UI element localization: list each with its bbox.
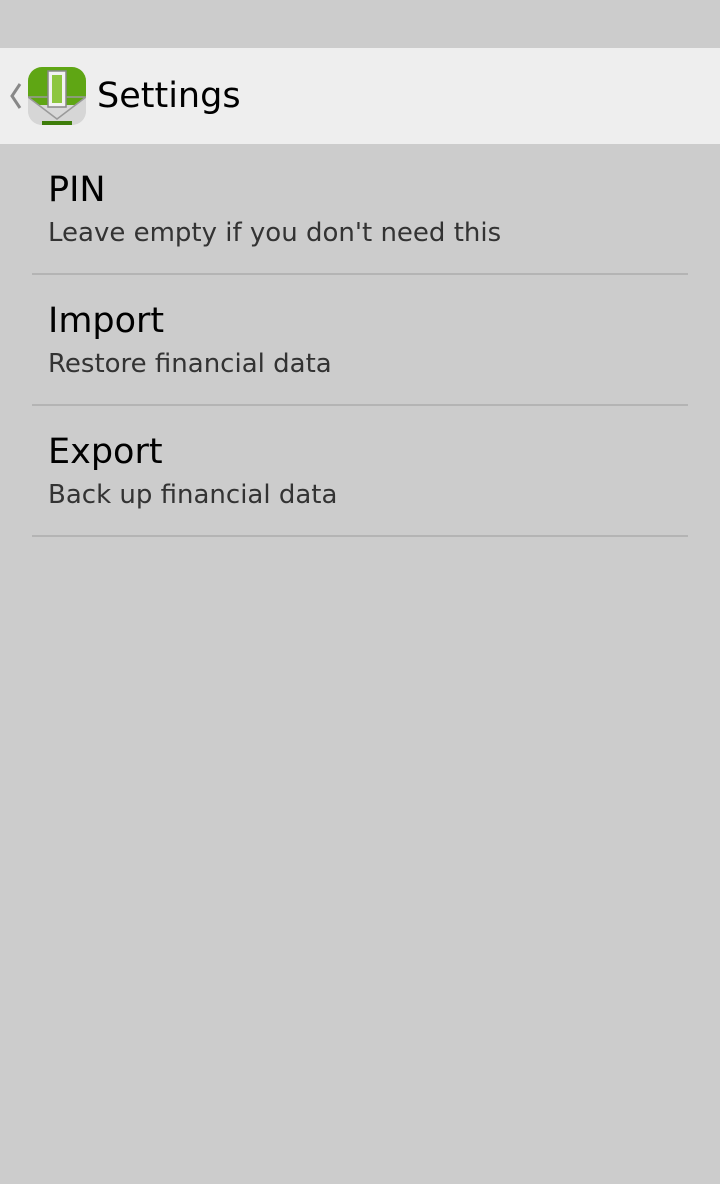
preference-summary: Back up financial data — [48, 480, 338, 510]
preference-export[interactable]: Export Back up financial data — [32, 406, 688, 537]
wallet-app-icon — [28, 67, 86, 125]
preference-title: PIN — [48, 170, 106, 210]
preference-title: Import — [48, 301, 165, 341]
preference-summary: Restore financial data — [48, 349, 332, 379]
preference-import[interactable]: Import Restore financial data — [32, 275, 688, 406]
page-title: Settings — [97, 76, 241, 116]
preference-summary: Leave empty if you don't need this — [48, 218, 502, 248]
preference-title: Export — [48, 432, 163, 472]
chevron-left-icon — [10, 83, 22, 109]
preference-pin[interactable]: PIN Leave empty if you don't need this — [32, 144, 688, 275]
preference-list: PIN Leave empty if you don't need this I… — [32, 144, 688, 537]
status-bar — [0, 0, 720, 48]
up-navigation-button[interactable] — [0, 48, 96, 144]
action-bar: Settings — [0, 48, 720, 144]
